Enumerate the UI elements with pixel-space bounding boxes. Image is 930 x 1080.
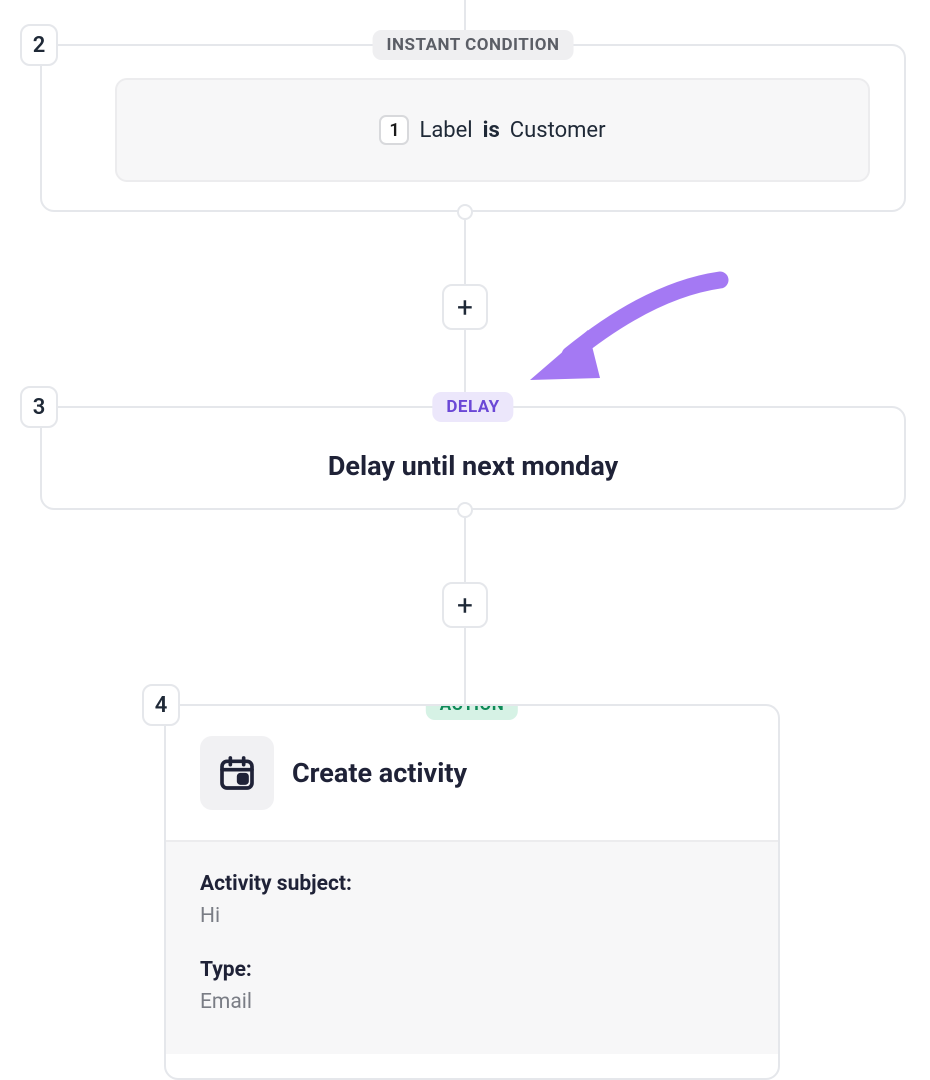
step-number: 3 [33, 395, 46, 420]
add-step-button[interactable]: + [442, 284, 488, 330]
add-step-button[interactable]: + [442, 582, 488, 628]
action-body: Activity subject: Hi Type: Email [166, 840, 778, 1054]
pill-instant-condition: INSTANT CONDITION [373, 30, 574, 60]
action-header: Create activity [166, 706, 778, 840]
field-value-subject: Hi [200, 904, 744, 928]
field-label-type: Type: [200, 958, 744, 982]
delay-card[interactable]: DELAY Delay until next monday [40, 406, 906, 510]
connector-line [464, 220, 466, 284]
field-label-subject: Activity subject: [200, 872, 744, 896]
connector-dot [457, 204, 473, 220]
annotation-arrow-icon [510, 260, 740, 410]
connector-line [464, 628, 466, 706]
plus-icon: + [457, 589, 473, 622]
condition-index: 1 [379, 115, 409, 145]
condition-field: Label [419, 118, 472, 143]
condition-operator: is [483, 118, 500, 143]
action-card[interactable]: ACTION Create activity Activity subject:… [164, 704, 780, 1080]
calendar-icon [200, 736, 274, 810]
step-number: 4 [155, 693, 168, 718]
condition-row[interactable]: 1 Label is Customer [115, 78, 870, 182]
step-badge-2: 2 [20, 24, 58, 66]
pill-action: ACTION [426, 704, 518, 720]
step-number: 2 [33, 33, 46, 58]
condition-card[interactable]: INSTANT CONDITION 1 Label is Customer [40, 44, 906, 212]
pill-delay: DELAY [432, 392, 513, 422]
connector-dot [457, 502, 473, 518]
connector-line [464, 518, 466, 582]
delay-title: Delay until next monday [42, 450, 904, 482]
action-title: Create activity [292, 757, 467, 789]
step-badge-3: 3 [20, 386, 58, 428]
field-value-type: Email [200, 990, 744, 1014]
condition-value: Customer [510, 118, 606, 143]
step-badge-4: 4 [142, 684, 180, 726]
plus-icon: + [457, 291, 473, 324]
